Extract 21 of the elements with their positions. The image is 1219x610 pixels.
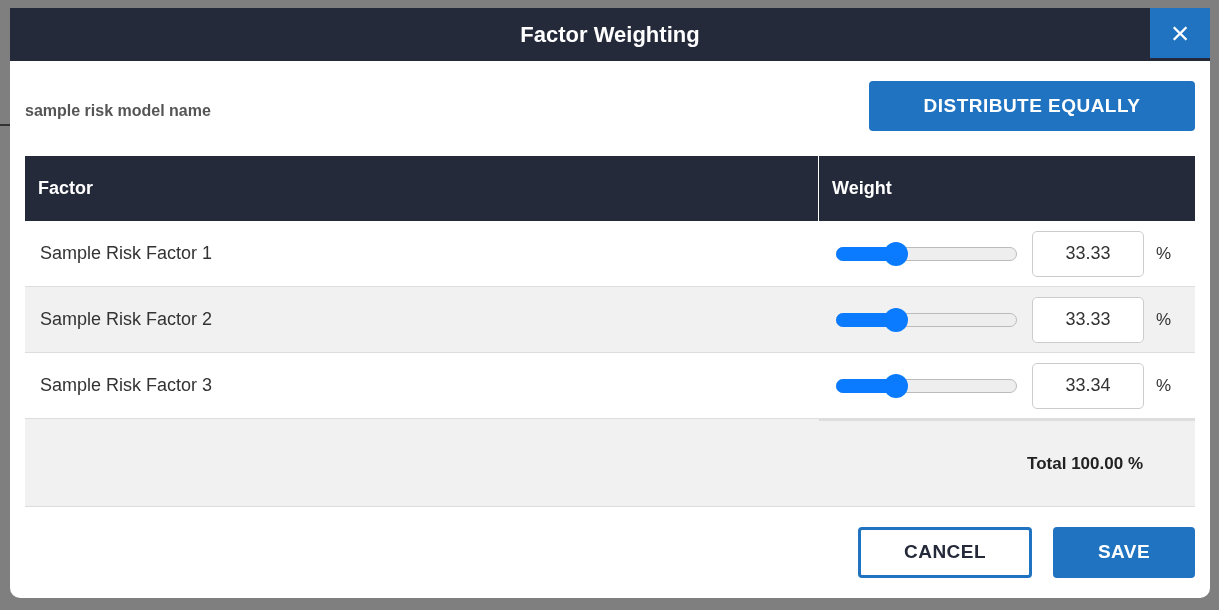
percent-unit: %: [1156, 374, 1172, 397]
weight-input[interactable]: 33.33: [1032, 296, 1144, 343]
factor-name: Sample Risk Factor 3: [40, 375, 213, 395]
total-weight: Total 100.00 %: [1027, 452, 1143, 475]
dialog-title: Factor Weighting: [520, 21, 700, 49]
column-header: Factor: [38, 177, 93, 200]
model-name: sample risk model name: [25, 101, 211, 121]
factor-name: Sample Risk Factor 2: [40, 309, 213, 329]
weight-input[interactable]: 33.33: [1032, 230, 1144, 277]
factor-name: Sample Risk Factor 1: [40, 243, 213, 263]
percent-unit: %: [1156, 242, 1172, 265]
weight-slider[interactable]: [836, 373, 1017, 398]
weight-slider[interactable]: [836, 241, 1017, 266]
save-button[interactable]: SAVE: [1053, 527, 1195, 578]
cancel-button[interactable]: CANCEL: [858, 527, 1032, 578]
percent-unit: %: [1156, 308, 1172, 331]
weight-slider[interactable]: [836, 307, 1017, 332]
distribute-equally-button[interactable]: DISTRIBUTE EQUALLY: [869, 81, 1195, 131]
weight-input[interactable]: 33.34: [1032, 362, 1144, 409]
column-header: Weight: [832, 177, 892, 200]
close-button[interactable]: ×: [1150, 8, 1210, 58]
